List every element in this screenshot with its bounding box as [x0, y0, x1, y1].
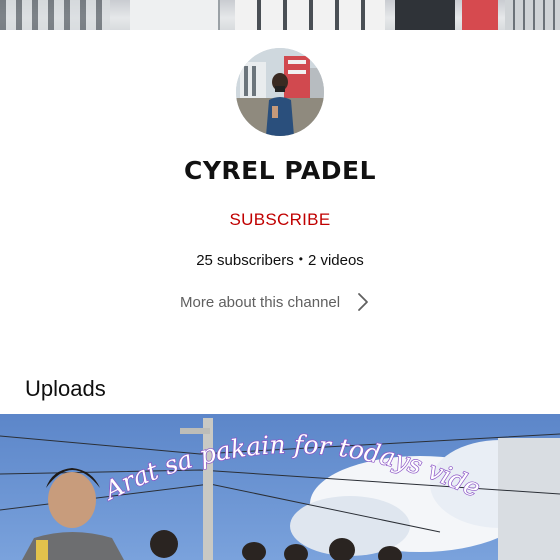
channel-name: CYREL PADEL	[183, 156, 377, 185]
uploads-section-title: Uploads	[25, 376, 106, 401]
subscribe-button[interactable]: SUBSCRIBE	[210, 206, 350, 234]
stats-separator: •	[298, 252, 303, 266]
video-thumbnail[interactable]: Arat sa pakain for todays video<<	[0, 414, 560, 560]
subscriber-count: 25 subscribers	[196, 252, 294, 269]
channel-avatar[interactable]	[236, 48, 324, 136]
channel-stats: 25 subscribers • 2 videos	[0, 252, 560, 269]
channel-banner	[0, 0, 560, 30]
more-about-label: More about this channel	[180, 293, 341, 311]
more-about-channel-link[interactable]: More about this channel	[170, 288, 390, 316]
video-count: 2 videos	[307, 252, 364, 269]
chevron-right-icon	[358, 293, 369, 311]
